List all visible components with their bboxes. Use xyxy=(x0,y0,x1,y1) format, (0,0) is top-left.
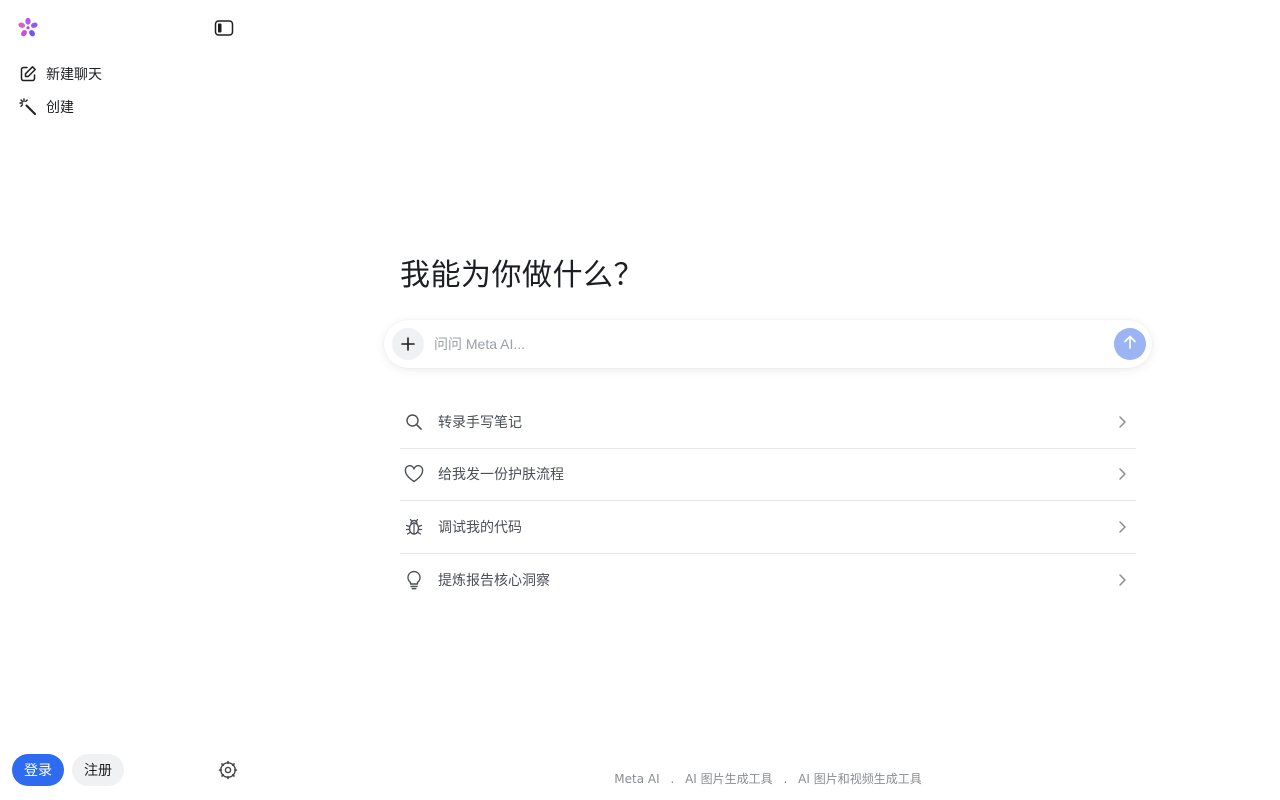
footer-link-meta-ai[interactable]: Meta AI xyxy=(614,772,659,786)
lightbulb-icon xyxy=(402,568,426,592)
arrow-up-icon xyxy=(1122,334,1138,354)
sidebar-item-label: 创建 xyxy=(46,100,74,116)
suggestion-debug-code[interactable]: 调试我的代码 xyxy=(400,501,1136,554)
main-content: 我能为你做什么？ 问问 Meta AI... 转录手写笔记 给我发一份护肤流程 … xyxy=(250,0,1280,800)
plus-icon[interactable] xyxy=(392,328,424,360)
magic-wand-icon xyxy=(18,97,38,117)
login-button[interactable]: 登录 xyxy=(12,754,64,786)
suggestion-label: 转录手写笔记 xyxy=(438,414,522,431)
auth-bar: 登录 注册 xyxy=(12,754,240,786)
suggestion-list: 转录手写笔记 给我发一份护肤流程 调试我的代码 提炼报告核心洞察 xyxy=(400,396,1136,606)
footer-link-ai-image-video-generator[interactable]: AI 图片和视频生成工具 xyxy=(798,772,922,786)
page-title: 我能为你做什么？ xyxy=(400,258,644,293)
footer-link-ai-image-generator[interactable]: AI 图片生成工具 xyxy=(685,772,773,786)
chevron-right-icon xyxy=(1114,572,1130,588)
sidebar-nav: 新建聊天 创建 xyxy=(10,58,240,124)
suggestion-label: 提炼报告核心洞察 xyxy=(438,572,550,589)
sidebar: 新建聊天 创建 登录 注册 xyxy=(0,0,250,800)
footer-separator: . xyxy=(783,772,788,786)
sidebar-item-create[interactable]: 创建 xyxy=(10,91,240,123)
footer: Meta AI . AI 图片生成工具 . AI 图片和视频生成工具 xyxy=(250,770,1280,787)
send-button[interactable] xyxy=(1114,328,1146,360)
gear-icon[interactable] xyxy=(217,759,239,781)
chevron-right-icon xyxy=(1114,414,1130,430)
chat-composer xyxy=(384,320,1152,368)
meta-ai-flower-icon[interactable] xyxy=(16,16,40,40)
sidebar-item-label: 新建聊天 xyxy=(46,67,102,83)
suggestion-transcribe-notes[interactable]: 转录手写笔记 xyxy=(400,396,1136,449)
search-icon xyxy=(402,410,426,434)
suggestion-report-insights[interactable]: 提炼报告核心洞察 xyxy=(400,554,1136,607)
prompt-input[interactable] xyxy=(434,332,1094,356)
sidebar-item-new-chat[interactable]: 新建聊天 xyxy=(10,58,240,90)
suggestion-label: 调试我的代码 xyxy=(438,519,522,536)
chevron-right-icon xyxy=(1114,466,1130,482)
suggestion-label: 给我发一份护肤流程 xyxy=(438,467,564,484)
footer-separator: . xyxy=(670,772,675,786)
heart-icon xyxy=(402,462,426,486)
sidebar-toggle-icon[interactable] xyxy=(212,17,236,39)
bug-icon xyxy=(402,515,426,539)
signup-button[interactable]: 注册 xyxy=(72,754,124,786)
chevron-right-icon xyxy=(1114,519,1130,535)
app-root: 新建聊天 创建 登录 注册 我能为你做什么？ 问问 Meta AI... 转录手… xyxy=(0,0,1280,800)
edit-icon xyxy=(18,64,38,84)
suggestion-skincare-routine[interactable]: 给我发一份护肤流程 xyxy=(400,449,1136,501)
